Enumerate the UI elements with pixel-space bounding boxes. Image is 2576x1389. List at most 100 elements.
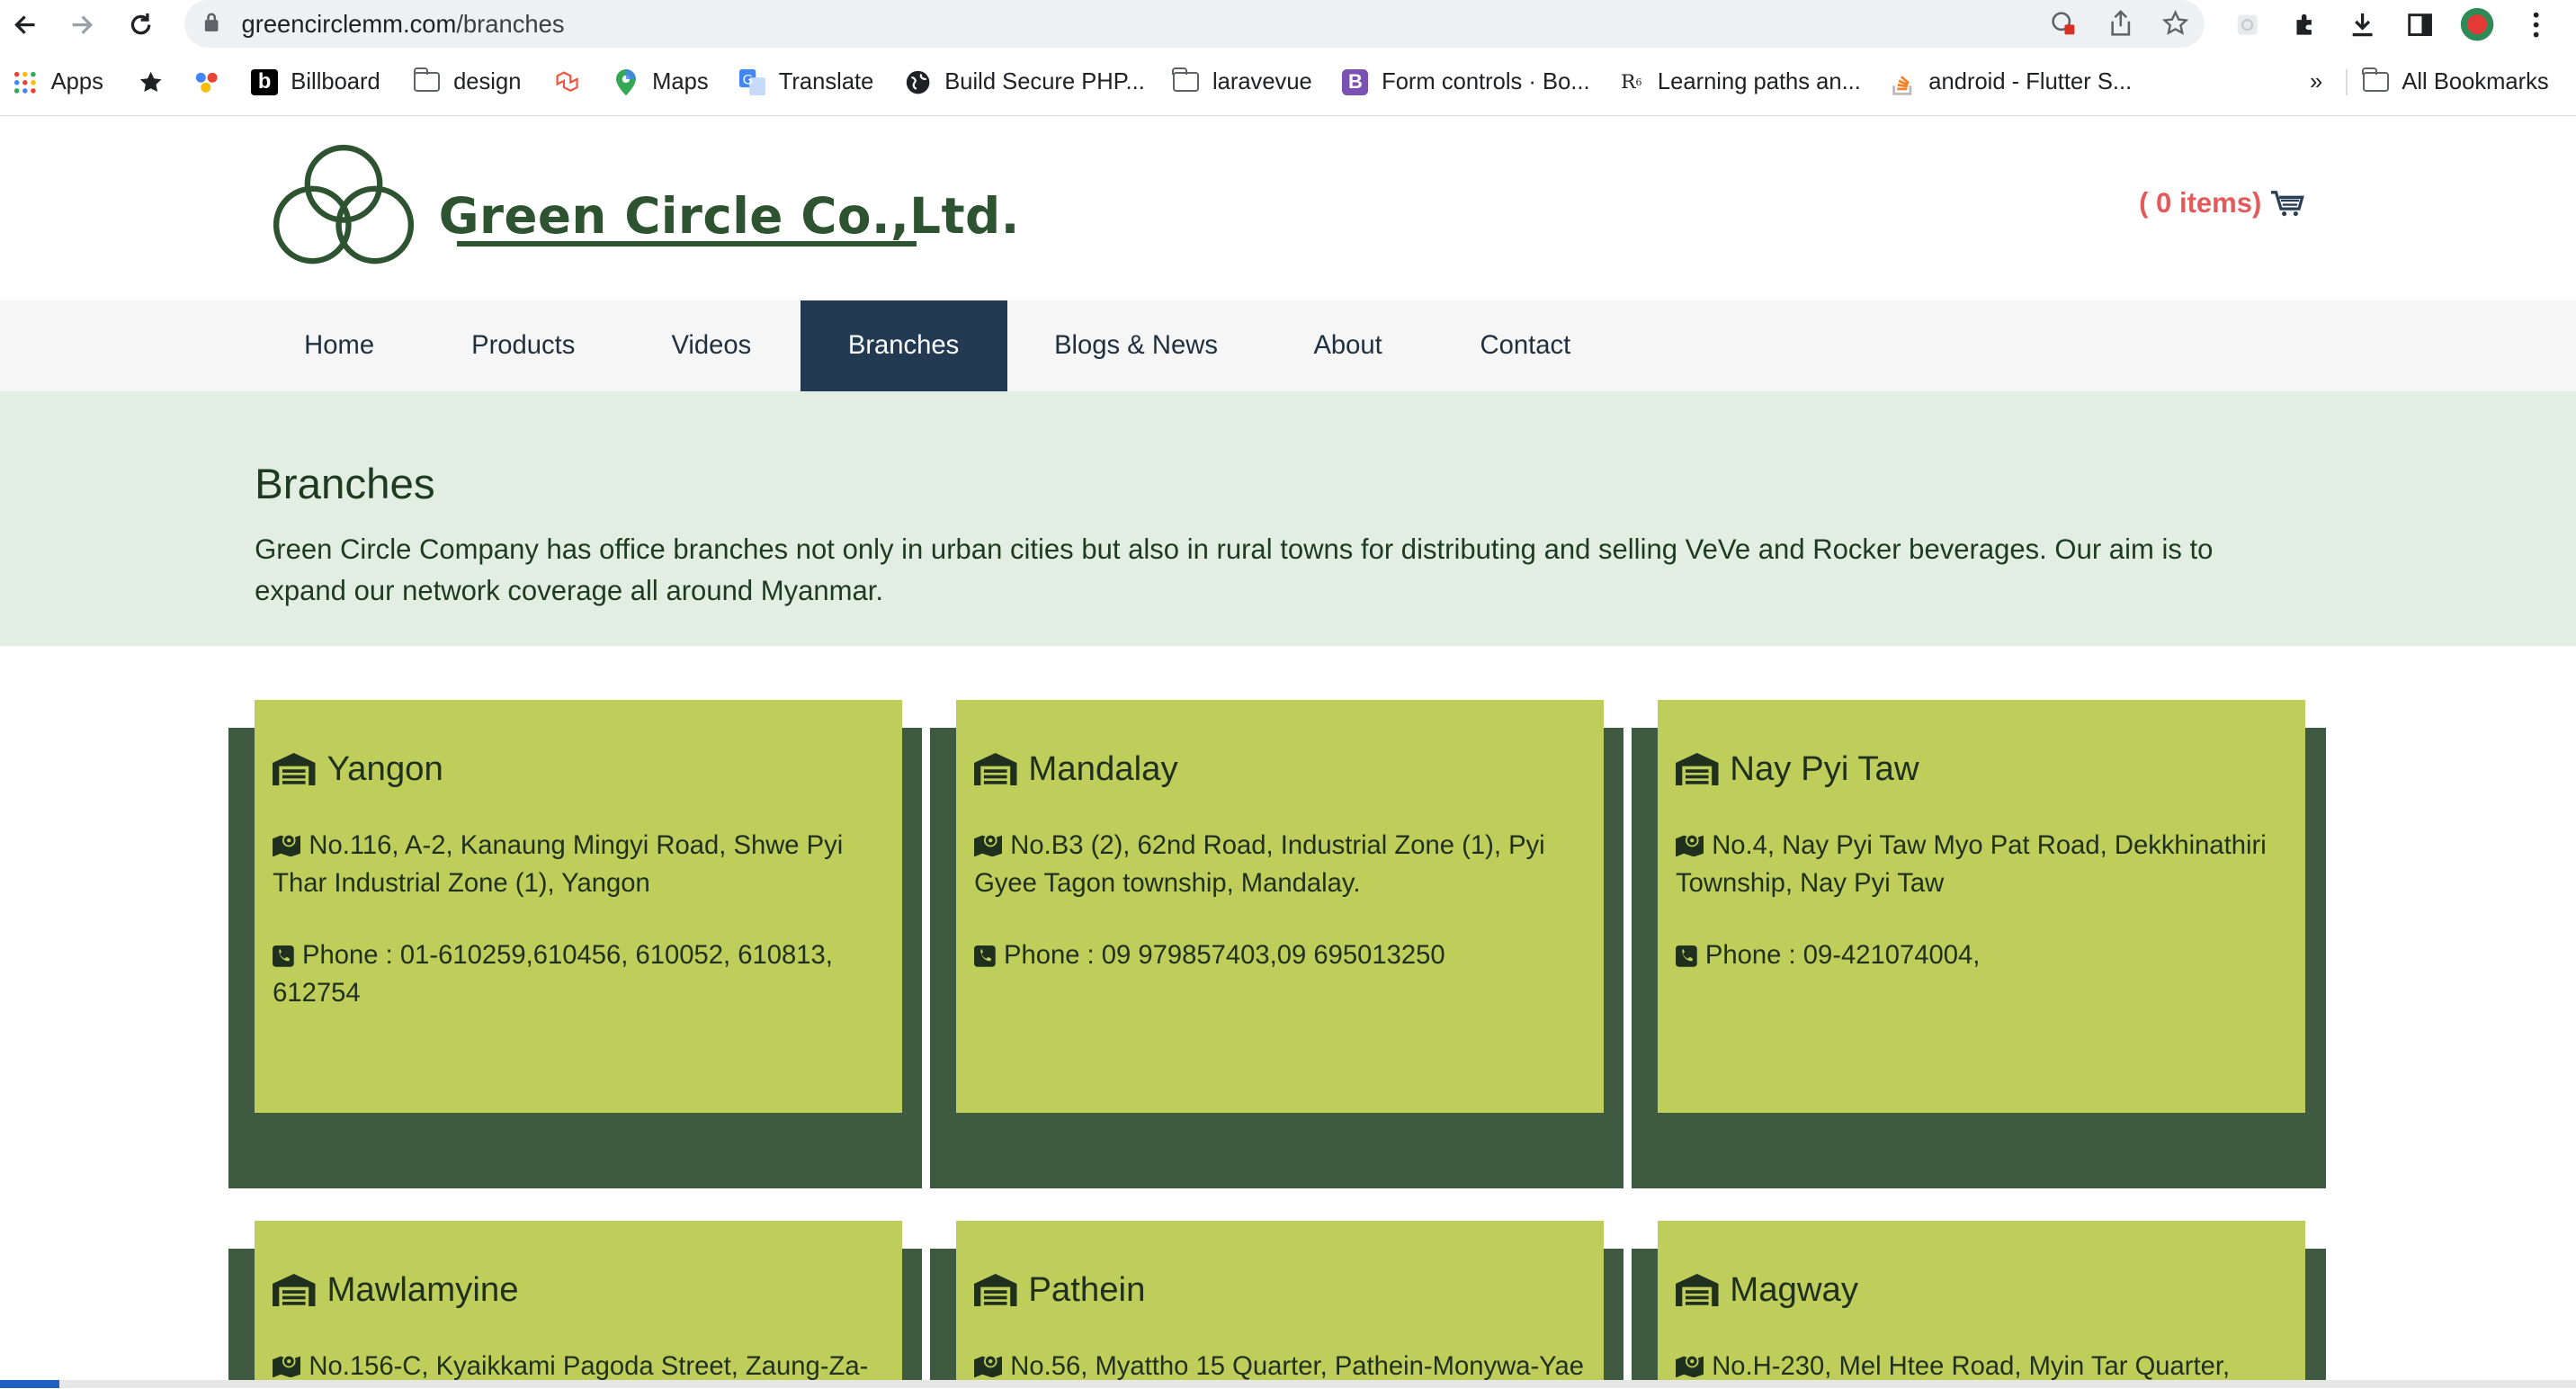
bookmark-build-secure-php[interactable]: Build Secure PHP... [905, 66, 1145, 99]
bookmark-learning-paths[interactable]: R 6 Learning paths an... [1618, 66, 1861, 99]
branch-card-yangon: Yangon No.116, A-2, Kanaung Mingyi Road,… [255, 700, 902, 1113]
nav-videos[interactable]: Videos [622, 300, 800, 390]
menu-kebab-icon[interactable] [2518, 6, 2554, 42]
address-bar[interactable]: greencirclemm.com/branches [183, 0, 2205, 48]
branch-name: Magway [1676, 1270, 1858, 1310]
cart-label: ( 0 items) [2139, 187, 2262, 220]
bookmark-label: Form controls · Bo... [1382, 68, 1590, 94]
folder-icon [413, 67, 441, 95]
branch-name: Yangon [273, 749, 443, 789]
branch-address: No.B3 (2), 62nd Road, Industrial Zone (1… [974, 827, 1566, 902]
warehouse-icon [974, 1273, 1017, 1307]
all-bookmarks[interactable]: All Bookmarks [2361, 66, 2549, 99]
warehouse-icon [1676, 752, 1719, 786]
back-arrow-icon[interactable] [6, 6, 42, 42]
bookmark-translate[interactable]: G Translate [738, 66, 874, 99]
bookmark-label: Apps [50, 68, 103, 94]
overflow-label: » [2310, 68, 2323, 94]
translate-blocked-icon[interactable] [2049, 8, 2079, 38]
company-name[interactable]: Green Circle Co.,Ltd. [439, 187, 1020, 245]
bookmark-design-folder[interactable]: design [413, 66, 521, 99]
branch-name-text: Mandalay [1028, 748, 1178, 788]
phone-square-icon [273, 945, 294, 967]
branch-name-text: Mawlamyine [326, 1269, 519, 1309]
bookmark-android-flutter[interactable]: android - Flutter S... [1889, 66, 2132, 99]
apps-grid-icon [12, 69, 38, 95]
branch-phone-text: Phone : 09 979857403,09 695013250 [1003, 941, 1445, 971]
bookmarks-overflow-chevron[interactable]: » [2310, 66, 2322, 99]
billboard-b-icon: b [251, 68, 278, 95]
bookmark-laravel[interactable] [554, 66, 594, 99]
branches-hero: Branches Green Circle Company has office… [0, 390, 2576, 646]
folder-icon [1172, 67, 1200, 95]
url-path: /branches [456, 9, 565, 38]
branch-card-nay-pyi-taw: Nay Pyi Taw No.4, Nay Pyi Taw Myo Pat Ro… [1657, 700, 2305, 1113]
map-location-icon [1676, 1354, 1704, 1378]
branch-card-mandalay: Mandalay No.B3 (2), 62nd Road, Industria… [956, 700, 1604, 1113]
nav-blogs-news[interactable]: Blogs & News [1007, 300, 1266, 390]
bookmark-label: Translate [778, 68, 874, 94]
map-location-icon [273, 833, 301, 857]
nav-home[interactable]: Home [255, 300, 424, 390]
nav-contact[interactable]: Contact [1431, 300, 1620, 390]
branch-address-text: No.156-C, Kyaikkami Pagoda Street, Zaung… [309, 1351, 869, 1381]
branch-phone-text: Phone : 09-421074004, [1704, 941, 1981, 971]
map-location-icon [974, 1354, 1003, 1378]
branch-card-magway: Magway No.H-230, Mel Htee Road, Myin Tar… [1657, 1221, 2305, 1389]
folder-icon [2361, 67, 2389, 95]
browser-toolbar: greencirclemm.com/branches [0, 0, 2576, 49]
branch-address: No.4, Nay Pyi Taw Myo Pat Road, Dekkhina… [1676, 827, 2267, 902]
bookmark-maps[interactable]: Maps [613, 66, 709, 99]
svg-text:G: G [743, 72, 753, 87]
warehouse-icon [974, 752, 1017, 786]
bookmark-form-controls[interactable]: B Form controls · Bo... [1342, 66, 1590, 99]
branch-name-text: Nay Pyi Taw [1730, 748, 1919, 788]
bookmark-colorful[interactable] [194, 66, 234, 99]
cart-button[interactable]: ( 0 items) [2139, 187, 2304, 220]
bookmark-label: Billboard [291, 68, 380, 94]
bookmark-apps[interactable]: Apps [12, 66, 103, 99]
extension-ghost-icon[interactable] [2230, 6, 2266, 42]
profile-avatar-icon[interactable] [2459, 6, 2495, 42]
branch-phone: Phone : 01-610259,610456, 610052, 610813… [273, 936, 864, 1012]
branch-name-text: Magway [1730, 1269, 1859, 1309]
branch-card-pathein: Pathein No.56, Myattho 15 Quarter, Pathe… [956, 1221, 1604, 1389]
globe-icon [905, 69, 931, 95]
lock-icon [205, 13, 219, 31]
bookmark-label: Maps [652, 68, 709, 94]
nav-products[interactable]: Products [424, 300, 622, 390]
download-icon[interactable] [2344, 6, 2380, 42]
all-bookmarks-label: All Bookmarks [2402, 68, 2549, 94]
forward-arrow-icon[interactable] [64, 6, 100, 42]
stackoverflow-icon [1889, 69, 1915, 95]
map-location-icon [1676, 833, 1704, 857]
bookmarks-divider [2346, 68, 2348, 95]
bookmark-billboard[interactable]: b Billboard [251, 66, 380, 99]
share-icon[interactable] [2106, 8, 2136, 38]
main-navigation: Home Products Videos Branches Blogs & Ne… [0, 300, 2576, 391]
taskbar-accent [0, 1380, 59, 1389]
reload-icon[interactable] [123, 6, 159, 42]
branch-card-mawlamyine: Mawlamyine No.156-C, Kyaikkami Pagoda St… [255, 1221, 902, 1389]
star-icon [138, 69, 164, 95]
green-circle-logo-icon[interactable] [268, 139, 419, 271]
bookmark-star-icon[interactable] [2160, 8, 2190, 38]
extensions-puzzle-icon[interactable] [2286, 6, 2322, 42]
maps-pin-icon [613, 68, 639, 95]
bootstrap-icon: B [1342, 68, 1369, 95]
branch-name: Nay Pyi Taw [1676, 749, 1919, 789]
nav-about[interactable]: About [1265, 300, 1430, 390]
bookmark-laravevue-folder[interactable]: laravevue [1172, 66, 1312, 99]
bookmark-star[interactable] [138, 66, 177, 99]
site-header: Green Circle Co.,Ltd. ( 0 items) [0, 118, 2576, 300]
branch-phone: Phone : 09-421074004, [1676, 936, 2267, 974]
map-location-icon [974, 833, 1003, 857]
side-panel-icon[interactable] [2402, 6, 2437, 42]
branch-address-text: No.B3 (2), 62nd Road, Industrial Zone (1… [974, 830, 1545, 898]
map-location-icon [273, 1354, 301, 1378]
bookmark-label: Build Secure PHP... [944, 68, 1145, 94]
laravel-icon [554, 69, 580, 95]
nav-branches[interactable]: Branches [800, 300, 1007, 391]
cart-icon [2271, 190, 2304, 216]
branch-phone-text: Phone : 01-610259,610456, 610052, 610813… [273, 941, 833, 1008]
